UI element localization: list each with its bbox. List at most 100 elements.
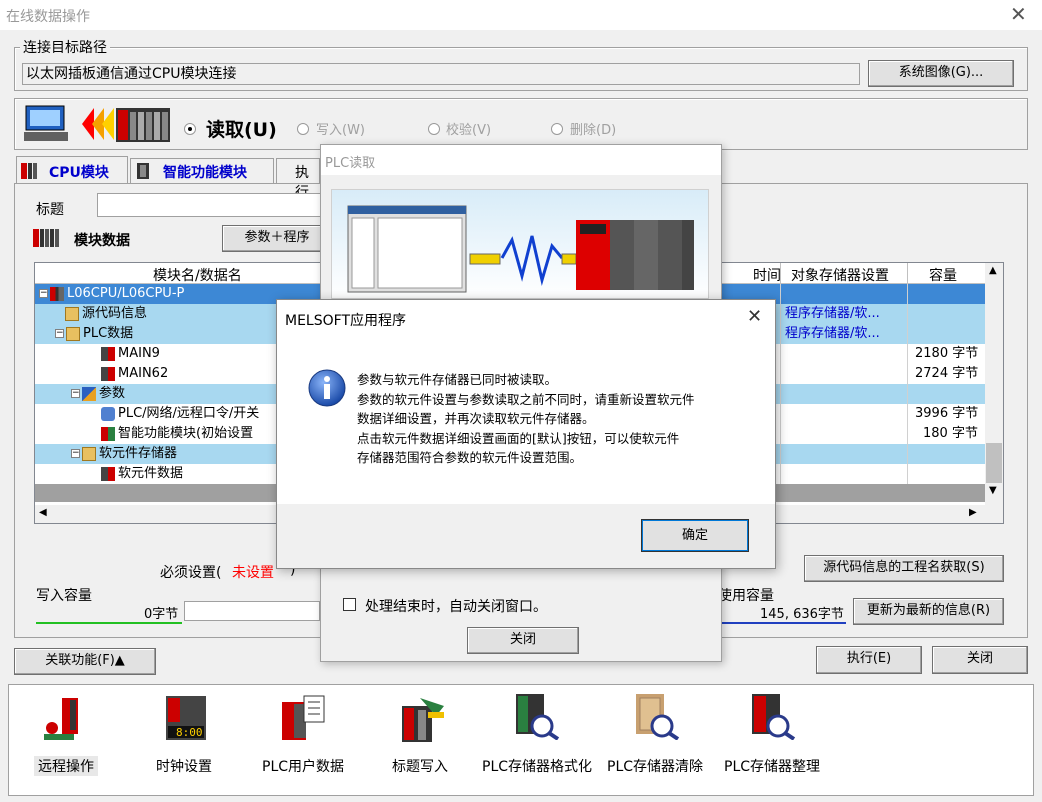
column-divider-capacity — [907, 284, 908, 484]
tab-execute[interactable]: 执行 — [276, 158, 320, 201]
row-capacity: 3996 字节 — [915, 406, 979, 421]
system-image-button[interactable]: 系统图像(G)... — [868, 60, 1014, 87]
tab-cpu-label: CPU模块 — [49, 165, 109, 181]
title-write-label[interactable]: 标题写入 — [392, 756, 448, 776]
row-name: L06CPU/L06CPU-P — [67, 286, 185, 301]
auto-close-label[interactable]: 处理结束时，自动关闭窗口。 — [365, 596, 547, 616]
column-divider-target — [780, 284, 781, 484]
row-capacity: 2724 字节 — [915, 366, 979, 381]
plc-read-close-button[interactable]: 关闭 — [467, 627, 579, 654]
collapse-icon[interactable]: − — [39, 289, 48, 298]
required-setting-value: 未设置 — [232, 565, 274, 581]
header-name[interactable]: 模块名/数据名 — [153, 265, 242, 285]
row-name: MAIN9 — [118, 346, 160, 361]
plc-read-title: PLC读取 — [325, 156, 376, 171]
tab-cpu[interactable]: CPU模块 — [16, 156, 128, 184]
melsoft-message-dialog: MELSOFT应用程序 ✕ 参数与软元件存储器已同时被读取。 参数的软元件设置与… — [276, 299, 776, 569]
read-radio[interactable] — [184, 121, 196, 136]
tab-intelligent-label: 智能功能模块 — [163, 165, 247, 181]
source-info-button[interactable]: 源代码信息的工程名获取(S) — [804, 555, 1004, 582]
title-input[interactable] — [97, 193, 327, 217]
plc-read-titlebar: PLC读取 — [321, 145, 721, 175]
header-target[interactable]: 对象存储器设置 — [791, 265, 889, 285]
program-icon — [101, 366, 115, 381]
scroll-up-icon[interactable]: ▲ — [989, 265, 997, 276]
source-info-icon — [65, 306, 79, 321]
refresh-button[interactable]: 更新为最新的信息(R) — [853, 598, 1004, 625]
close-icon[interactable]: ✕ — [1010, 2, 1027, 26]
cpu-module-icon — [21, 163, 39, 179]
parameter-icon — [82, 386, 96, 401]
plc-read-illustration — [331, 189, 709, 299]
vertical-scrollbar[interactable]: ▲ ▼ — [985, 263, 1003, 505]
delete-radio[interactable] — [551, 121, 563, 136]
intelligent-param-icon — [101, 426, 115, 441]
message-line: 存储器范围符合参数的软元件设置范围。 — [357, 450, 583, 465]
plc-memory-format-icon[interactable] — [512, 692, 560, 741]
row-name: PLC/网络/远程口令/开关 — [118, 406, 260, 421]
collapse-icon[interactable]: − — [71, 389, 80, 398]
write-capacity-underline — [36, 622, 182, 624]
title-write-icon[interactable] — [400, 696, 448, 744]
intelligent-module-icon — [137, 163, 151, 179]
program-icon — [101, 346, 115, 361]
window-title: 在线数据操作 — [6, 9, 90, 25]
read-transfer-icon — [24, 104, 172, 144]
delete-label[interactable]: 删除(D) — [570, 119, 616, 138]
row-name: 软元件数据 — [118, 466, 184, 481]
write-capacity-label: 写入容量 — [36, 588, 92, 604]
remote-operation-label[interactable]: 远程操作 — [34, 756, 98, 776]
ok-button[interactable]: 确定 — [641, 519, 749, 552]
module-data-label: 模块数据 — [74, 233, 130, 249]
message-text: 参数与软元件存储器已同时被读取。 参数的软元件设置与参数读取之前不同时，请重新设… — [357, 370, 757, 468]
plc-memory-organize-icon[interactable] — [748, 692, 796, 741]
row-name: 智能功能模块(初始设置 — [118, 426, 254, 441]
scroll-down-icon[interactable]: ▼ — [989, 485, 997, 496]
write-label[interactable]: 写入(W) — [316, 119, 365, 138]
execute-button[interactable]: 执行(E) — [816, 646, 922, 674]
tab-intelligent[interactable]: 智能功能模块 — [130, 158, 274, 184]
plc-memory-organize-label[interactable]: PLC存储器整理 — [724, 756, 820, 776]
read-label[interactable]: 读取(U) — [206, 115, 277, 142]
write-radio[interactable] — [297, 121, 309, 136]
row-name: 参数 — [99, 386, 126, 401]
network-param-icon — [101, 406, 115, 421]
clock-setting-icon[interactable]: 8:00 — [162, 694, 210, 742]
collapse-icon[interactable]: − — [55, 329, 64, 338]
scroll-right-icon[interactable]: ▶ — [969, 507, 977, 518]
title-bar: 在线数据操作 ✕ — [0, 0, 1042, 30]
write-capacity-value: 0字节 — [144, 607, 179, 622]
remote-operation-icon[interactable] — [40, 696, 88, 744]
required-setting-label: 必须设置( — [160, 565, 222, 581]
folder-icon — [66, 326, 80, 341]
header-divider-1 — [780, 263, 781, 284]
scroll-thumb[interactable] — [986, 443, 1002, 483]
cpu-module-icon — [50, 286, 64, 301]
plc-user-data-label[interactable]: PLC用户数据 — [262, 756, 344, 776]
message-line: 参数与软元件存储器已同时被读取。 — [357, 372, 558, 387]
plc-memory-clear-label[interactable]: PLC存储器清除 — [607, 756, 703, 776]
device-data-icon — [101, 466, 115, 481]
message-line: 点击软元件数据详细设置画面的[默认]按钮，可以使软元件 — [357, 430, 680, 446]
verify-radio[interactable] — [428, 121, 440, 136]
plc-memory-clear-icon[interactable] — [632, 692, 680, 741]
used-capacity-underline — [718, 622, 846, 624]
close-icon[interactable]: ✕ — [747, 306, 762, 327]
clock-setting-label[interactable]: 时钟设置 — [156, 756, 212, 776]
connection-path-text: 以太网插板通信通过CPU模块连接 — [26, 66, 237, 82]
row-capacity: 180 字节 — [923, 426, 978, 441]
related-functions-button[interactable]: 关联功能(F)▲ — [14, 648, 156, 675]
param-program-button[interactable]: 参数＋程序 — [222, 225, 332, 252]
clock-display: 8:00 — [176, 726, 203, 739]
message-title: MELSOFT应用程序 — [285, 313, 406, 329]
header-capacity[interactable]: 容量 — [929, 265, 957, 285]
collapse-icon[interactable]: − — [71, 449, 80, 458]
plc-memory-format-label[interactable]: PLC存储器格式化 — [482, 756, 592, 776]
verify-label[interactable]: 校验(V) — [446, 119, 491, 138]
close-main-button[interactable]: 关闭 — [932, 646, 1028, 674]
scroll-left-icon[interactable]: ◀ — [39, 507, 47, 518]
plc-user-data-icon[interactable] — [280, 694, 328, 742]
info-icon — [307, 368, 347, 408]
message-line: 数据详细设置，并再次读取软元件存储器。 — [357, 411, 595, 426]
auto-close-checkbox[interactable] — [343, 597, 356, 612]
